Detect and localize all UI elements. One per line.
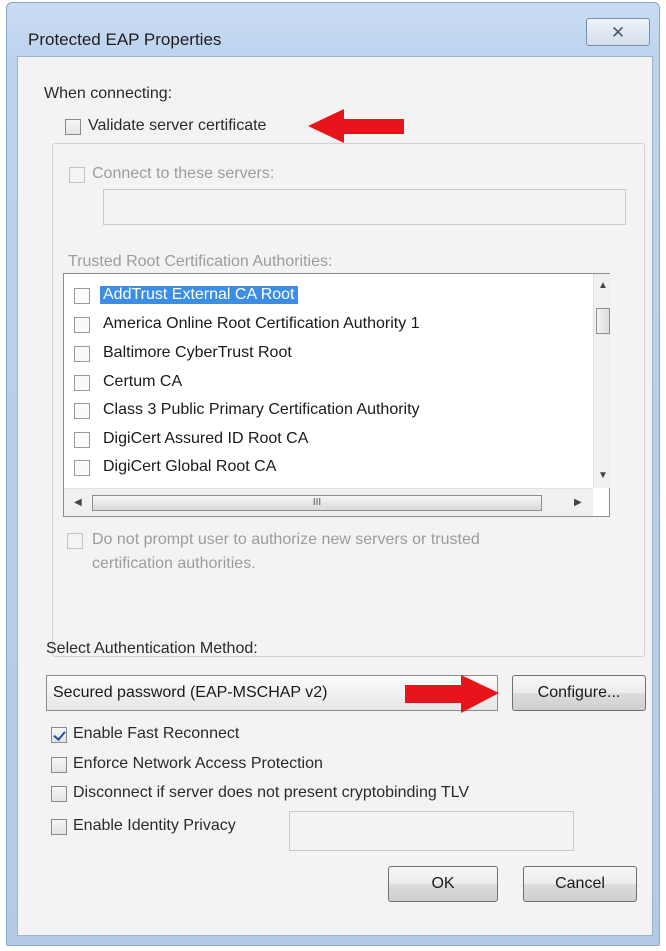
list-item-label: Class 3 Public Primary Certification Aut… xyxy=(103,401,420,418)
connect-to-servers-checkbox[interactable] xyxy=(69,167,85,183)
list-item-checkbox[interactable] xyxy=(74,317,90,333)
list-item[interactable]: Class 3 Public Primary Certification Aut… xyxy=(64,397,590,425)
close-icon: ✕ xyxy=(610,22,626,42)
do-not-prompt-checkbox[interactable] xyxy=(67,533,83,549)
scroll-up-icon[interactable]: ▲ xyxy=(598,280,608,291)
when-connecting-heading: When connecting: xyxy=(44,85,173,102)
fast-reconnect-label: Enable Fast Reconnect xyxy=(73,725,240,742)
list-item-label: DigiCert Global Root CA xyxy=(103,458,277,475)
fast-reconnect-checkbox[interactable] xyxy=(51,727,67,743)
vertical-scroll-thumb[interactable] xyxy=(596,308,610,334)
list-item-checkbox[interactable] xyxy=(74,403,90,419)
list-item-label: Certum CA xyxy=(103,373,183,390)
do-not-prompt-label-line1: Do not prompt user to authorize new serv… xyxy=(92,531,480,548)
list-item-checkbox[interactable] xyxy=(74,432,90,448)
enforce-nap-label: Enforce Network Access Protection xyxy=(73,755,323,772)
horizontal-scrollbar[interactable]: ◀ III ▶ xyxy=(64,488,593,516)
vertical-scrollbar[interactable]: ▲ ▼ xyxy=(593,274,610,488)
trusted-root-list[interactable]: AddTrust External CA Root America Online… xyxy=(63,273,610,517)
list-item-label: DigiCert Assured ID Root CA xyxy=(103,430,309,447)
identity-privacy-label: Enable Identity Privacy xyxy=(73,817,236,834)
ok-button[interactable]: OK xyxy=(388,866,498,902)
list-item[interactable]: DigiCert Global Root CA xyxy=(64,454,590,482)
annotation-arrow-icon xyxy=(308,109,404,143)
list-item[interactable]: AddTrust External CA Root xyxy=(64,282,590,310)
list-item-checkbox[interactable] xyxy=(74,288,90,304)
list-item[interactable]: Certum CA xyxy=(64,369,590,397)
window-title: Protected EAP Properties xyxy=(28,30,222,49)
list-item[interactable]: Baltimore CyberTrust Root xyxy=(64,340,590,368)
scroll-left-icon[interactable]: ◀ xyxy=(74,497,82,508)
horizontal-scroll-thumb[interactable]: III xyxy=(92,495,542,511)
cryptobinding-label: Disconnect if server does not present cr… xyxy=(73,784,470,801)
list-item-label: Baltimore CyberTrust Root xyxy=(103,344,292,361)
validate-server-cert-label: Validate server certificate xyxy=(88,117,267,134)
dialog-body: When connecting: Validate server certifi… xyxy=(17,56,653,936)
servers-input[interactable] xyxy=(103,189,626,225)
enforce-nap-checkbox[interactable] xyxy=(51,757,67,773)
scroll-down-icon[interactable]: ▼ xyxy=(598,470,608,481)
identity-privacy-checkbox[interactable] xyxy=(51,819,67,835)
connect-to-servers-label: Connect to these servers: xyxy=(92,165,275,182)
annotation-arrow-icon xyxy=(405,675,499,713)
list-item-checkbox[interactable] xyxy=(74,346,90,362)
list-item-label: AddTrust External CA Root xyxy=(100,286,298,304)
scroll-right-icon[interactable]: ▶ xyxy=(574,497,582,508)
identity-input[interactable] xyxy=(289,811,574,851)
list-item[interactable]: America Online Root Certification Author… xyxy=(64,311,590,339)
configure-button[interactable]: Configure... xyxy=(512,675,646,711)
trusted-root-heading: Trusted Root Certification Authorities: xyxy=(68,253,333,270)
list-item-label: America Online Root Certification Author… xyxy=(103,315,420,332)
cancel-button[interactable]: Cancel xyxy=(523,866,637,902)
cryptobinding-checkbox[interactable] xyxy=(51,786,67,802)
list-item-checkbox[interactable] xyxy=(74,375,90,391)
do-not-prompt-label-line2: certification authorities. xyxy=(92,555,256,572)
validate-server-cert-checkbox[interactable] xyxy=(65,119,81,135)
list-item[interactable]: DigiCert Assured ID Root CA xyxy=(64,426,590,454)
close-button[interactable]: ✕ xyxy=(586,18,650,46)
list-item-checkbox[interactable] xyxy=(74,460,90,476)
auth-method-heading: Select Authentication Method: xyxy=(46,640,258,657)
